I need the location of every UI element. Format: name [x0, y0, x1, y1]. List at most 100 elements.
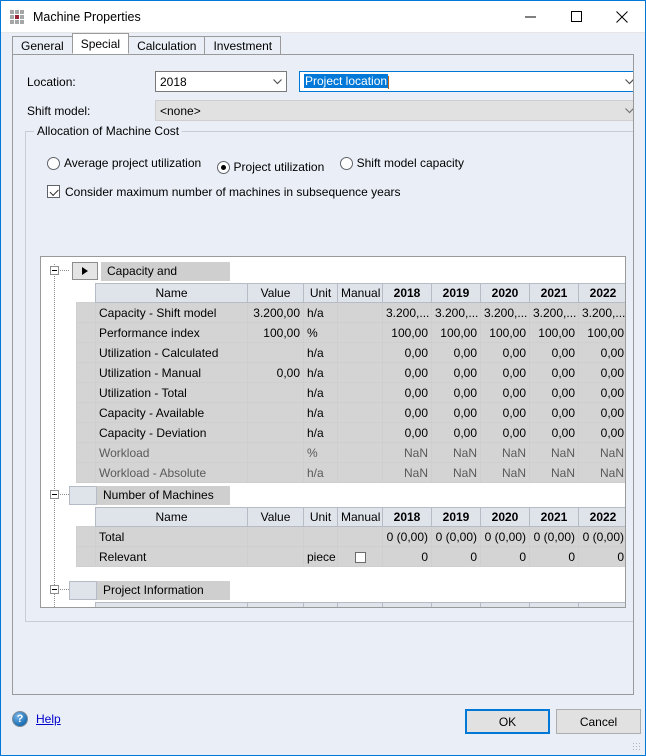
col-manual[interactable]: Manual	[337, 602, 383, 607]
row-selector[interactable]	[76, 526, 96, 547]
table-row[interactable]: Capacity - Deviation h/a 0,00 0,00 0,00 …	[76, 422, 625, 443]
cell-2022[interactable]: 0,00	[578, 362, 625, 383]
cancel-button[interactable]: Cancel	[556, 709, 641, 734]
table-row[interactable]: Workload - Absolute h/a NaN NaN NaN NaN …	[76, 462, 625, 483]
cell-value[interactable]: 100,00	[247, 322, 304, 343]
col-2020[interactable]: 2020	[480, 507, 530, 527]
tab-calculation[interactable]: Calculation	[128, 36, 206, 54]
table-row[interactable]: Capacity - Shift model 3.200,00 h/a 3.20…	[76, 302, 625, 323]
col-2019[interactable]: 2019	[431, 602, 481, 607]
cell-value[interactable]: 0,00	[247, 362, 304, 383]
ok-button[interactable]: OK	[465, 709, 550, 734]
col-2018[interactable]: 2018	[382, 283, 432, 303]
spacer-header	[77, 508, 96, 527]
consider-max-machines-checkbox[interactable]: Consider maximum number of machines in s…	[47, 185, 401, 199]
col-2022[interactable]: 2022	[578, 602, 625, 607]
cell-2019: NaN	[431, 462, 481, 483]
table-row[interactable]: Workload % NaN NaN NaN NaN NaN	[76, 442, 625, 463]
row-selector[interactable]	[76, 462, 96, 483]
spacer-header	[77, 603, 96, 608]
col-unit[interactable]: Unit	[303, 283, 338, 303]
row-selector[interactable]	[76, 322, 96, 343]
table-row[interactable]: Capacity - Available h/a 0,00 0,00 0,00 …	[76, 402, 625, 423]
help-area[interactable]: ? Help	[12, 711, 61, 727]
tab-investment[interactable]: Investment	[204, 36, 282, 54]
row-selector[interactable]	[76, 342, 96, 363]
collapse-icon[interactable]	[50, 585, 59, 594]
cell-manual[interactable]	[337, 362, 383, 383]
row-selector[interactable]	[76, 546, 96, 567]
table-row[interactable]: Relevant piece 0 0 0 0 0	[76, 546, 625, 567]
col-value[interactable]: Value	[247, 602, 304, 607]
table-row[interactable]: Utilization - Total h/a 0,00 0,00 0,00 0…	[76, 382, 625, 403]
cell-manual[interactable]	[337, 462, 383, 483]
cell-manual[interactable]	[337, 442, 383, 463]
row-selector[interactable]	[76, 442, 96, 463]
row-selector[interactable]	[76, 382, 96, 403]
minimize-button[interactable]	[507, 1, 553, 32]
properties-grid[interactable]: Capacity and Workload Name Value Unit	[40, 256, 626, 608]
cell-2021[interactable]: 0,00	[529, 362, 579, 383]
cell-manual-checkbox[interactable]	[337, 546, 383, 567]
section-header-number-of-machines[interactable]: Number of Machines	[41, 485, 625, 505]
col-manual[interactable]: Manual	[337, 507, 383, 527]
section-header-capacity-and-workload[interactable]: Capacity and Workload	[41, 261, 625, 297]
col-2021[interactable]: 2021	[529, 602, 579, 607]
col-2018[interactable]: 2018	[382, 507, 432, 527]
cell-2018[interactable]: 0,00	[382, 362, 432, 383]
run-button[interactable]	[72, 262, 98, 280]
table-row[interactable]: Total 0 (0,00) 0 (0,00) 0 (0,00) 0 (0,00…	[76, 526, 625, 547]
table-row[interactable]: Performance index 100,00 % 100,00 100,00…	[76, 322, 625, 343]
col-2021[interactable]: 2021	[529, 283, 579, 303]
col-manual[interactable]: Manual	[337, 283, 383, 303]
cell-manual[interactable]	[337, 422, 383, 443]
resize-grip[interactable]	[632, 742, 642, 752]
col-value[interactable]: Value	[247, 507, 304, 527]
location-select[interactable]: Project location	[299, 71, 633, 92]
table-row[interactable]: Utilization - Calculated h/a 0,00 0,00 0…	[76, 342, 625, 363]
cell-manual[interactable]	[337, 402, 383, 423]
col-unit[interactable]: Unit	[303, 507, 338, 527]
col-name[interactable]: Name	[95, 602, 248, 607]
col-2019[interactable]: 2019	[431, 283, 481, 303]
collapse-icon[interactable]	[50, 266, 59, 275]
radio-average-project-utilization[interactable]: Average project utilization	[47, 156, 201, 170]
row-selector[interactable]	[76, 402, 96, 423]
cell-manual[interactable]	[337, 382, 383, 403]
shift-model-select[interactable]: <none>	[155, 100, 633, 121]
col-2019[interactable]: 2019	[431, 507, 481, 527]
location-year-select[interactable]: 2018	[155, 71, 287, 92]
radio-shift-model-capacity[interactable]: Shift model capacity	[339, 156, 464, 170]
row-selector[interactable]	[76, 422, 96, 443]
cell-manual[interactable]	[337, 526, 383, 547]
tab-special[interactable]: Special	[71, 33, 130, 54]
radio-project-utilization[interactable]: Project utilization	[216, 160, 324, 174]
col-2018[interactable]: 2018	[382, 602, 432, 607]
maximize-button[interactable]	[553, 1, 599, 32]
cell-manual[interactable]	[337, 342, 383, 363]
collapse-icon[interactable]	[50, 490, 59, 499]
cell-value	[247, 422, 304, 443]
tab-general[interactable]: General	[12, 36, 73, 54]
section-header-project-information[interactable]: Project Information	[41, 580, 625, 600]
cell-2019[interactable]: 0,00	[431, 362, 481, 383]
manual-checkbox[interactable]	[354, 551, 366, 563]
col-name[interactable]: Name	[95, 507, 248, 527]
table-row[interactable]: Utilization - Manual 0,00 h/a 0,00 0,00 …	[76, 362, 625, 383]
cell-2020[interactable]: 0,00	[480, 362, 530, 383]
col-value[interactable]: Value	[247, 283, 304, 303]
col-2020[interactable]: 2020	[480, 283, 530, 303]
help-link[interactable]: Help	[36, 712, 61, 726]
col-2021[interactable]: 2021	[529, 507, 579, 527]
cell-value[interactable]: 3.200,00	[247, 302, 304, 323]
row-selector[interactable]	[76, 362, 96, 383]
close-button[interactable]	[599, 1, 645, 32]
col-2022[interactable]: 2022	[578, 283, 625, 303]
cell-manual[interactable]	[337, 302, 383, 323]
col-2020[interactable]: 2020	[480, 602, 530, 607]
col-unit[interactable]: Unit	[303, 602, 338, 607]
row-selector[interactable]	[76, 302, 96, 323]
col-2022[interactable]: 2022	[578, 507, 625, 527]
col-name[interactable]: Name	[95, 283, 248, 303]
cell-manual[interactable]	[337, 322, 383, 343]
